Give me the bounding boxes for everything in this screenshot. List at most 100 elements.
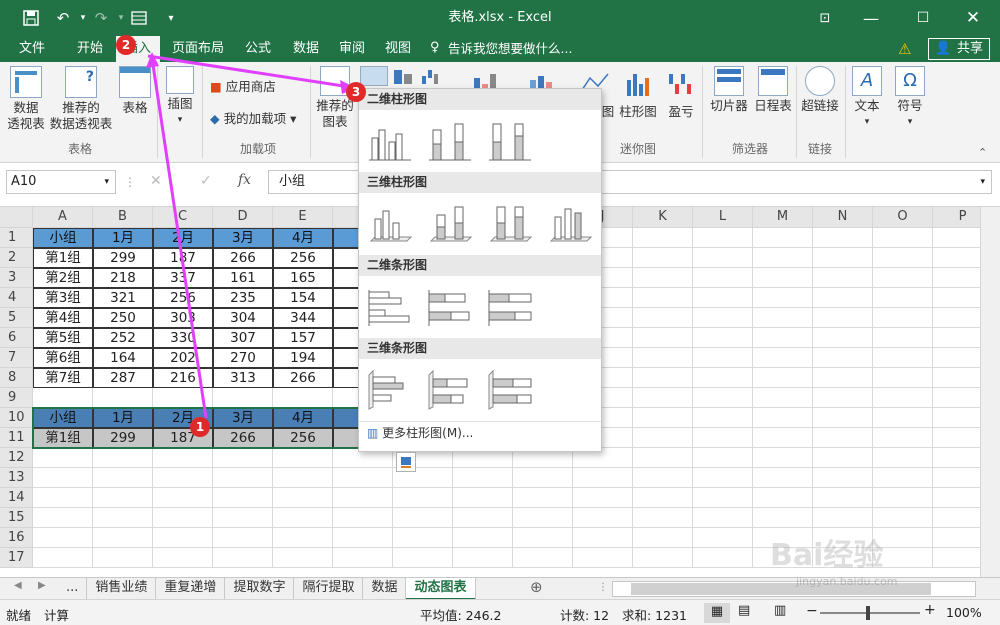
grid-cell[interactable]	[693, 468, 753, 488]
grid-cell[interactable]	[453, 508, 513, 528]
row-header[interactable]: 17	[0, 548, 33, 568]
table-cell[interactable]: 235	[213, 288, 273, 308]
grid-cell[interactable]	[873, 288, 933, 308]
grid-cell[interactable]	[753, 288, 813, 308]
table-cell[interactable]: 299	[93, 248, 153, 268]
grid-cell[interactable]	[273, 488, 333, 508]
grid-cell[interactable]	[813, 508, 873, 528]
menu-page-layout[interactable]: 页面布局	[166, 36, 230, 62]
ribbon-display-icon[interactable]: ⊡	[802, 0, 848, 36]
grid-cell[interactable]	[213, 468, 273, 488]
selected-data-cell[interactable]: 256	[273, 428, 333, 448]
grid-cell[interactable]	[693, 488, 753, 508]
grid-cell[interactable]	[753, 328, 813, 348]
name-box[interactable]: A10 ▾	[6, 170, 116, 194]
zoom-slider[interactable]	[820, 606, 920, 620]
grid-cell[interactable]	[633, 248, 693, 268]
grid-cell[interactable]	[273, 528, 333, 548]
zoom-out-icon[interactable]: −	[806, 603, 818, 619]
grid-cell[interactable]	[813, 248, 873, 268]
grid-cell[interactable]	[813, 368, 873, 388]
grid-cell[interactable]	[453, 468, 513, 488]
row-header[interactable]: 6	[0, 328, 33, 348]
3d-clustered-column-icon[interactable]	[367, 203, 413, 245]
row-header[interactable]: 3	[0, 268, 33, 288]
sheet-tab[interactable]: 重复递增	[156, 578, 226, 600]
column-header[interactable]: K	[633, 207, 693, 228]
recommended-pivot-button[interactable]: ? 推荐的 数据透视表	[48, 62, 114, 132]
menu-view[interactable]: 视图	[376, 36, 420, 62]
grid-cell[interactable]	[153, 528, 213, 548]
row-header[interactable]: 11	[0, 428, 33, 448]
grid-cell[interactable]	[753, 428, 813, 448]
grid-cell[interactable]	[213, 448, 273, 468]
grid-cell[interactable]	[33, 528, 93, 548]
grid-cell[interactable]	[513, 548, 573, 568]
undo-icon[interactable]: ↶	[52, 7, 74, 29]
zoom-in-icon[interactable]: +	[924, 602, 936, 618]
grid-cell[interactable]	[573, 528, 633, 548]
table-cell[interactable]: 161	[213, 268, 273, 288]
horizontal-scrollbar[interactable]	[612, 581, 976, 597]
grid-cell[interactable]	[693, 388, 753, 408]
table-cell[interactable]: 194	[273, 348, 333, 368]
grid-cell[interactable]	[513, 468, 573, 488]
grid-cell[interactable]	[633, 408, 693, 428]
table-cell[interactable]: 266	[213, 248, 273, 268]
table-cell[interactable]: 256	[153, 288, 213, 308]
grid-cell[interactable]	[813, 388, 873, 408]
redo-icon[interactable]: ↷	[90, 7, 112, 29]
grid-cell[interactable]	[873, 368, 933, 388]
grid-cell[interactable]	[813, 488, 873, 508]
percent-stacked-bar-icon[interactable]	[487, 286, 533, 328]
grid-cell[interactable]	[333, 488, 393, 508]
grid-cell[interactable]	[873, 388, 933, 408]
grid-cell[interactable]	[693, 268, 753, 288]
column-chart-icon[interactable]	[360, 66, 388, 86]
grid-cell[interactable]	[693, 248, 753, 268]
table-cell[interactable]: 337	[153, 268, 213, 288]
grid-cell[interactable]	[393, 528, 453, 548]
close-button[interactable]: ✕	[950, 0, 996, 36]
grid-cell[interactable]	[213, 548, 273, 568]
table-cell[interactable]: 330	[153, 328, 213, 348]
row-header[interactable]: 13	[0, 468, 33, 488]
grid-cell[interactable]	[273, 548, 333, 568]
grid-cell[interactable]	[753, 228, 813, 248]
grid-cell[interactable]	[573, 548, 633, 568]
table-cell[interactable]: 第2组	[33, 268, 93, 288]
grid-cell[interactable]	[573, 508, 633, 528]
more-column-charts-link[interactable]: ▥ 更多柱形图(M)...	[359, 421, 601, 443]
grid-cell[interactable]	[753, 248, 813, 268]
grid-cell[interactable]	[693, 528, 753, 548]
table-cell[interactable]: 344	[273, 308, 333, 328]
row-header[interactable]: 8	[0, 368, 33, 388]
grid-cell[interactable]	[693, 408, 753, 428]
3d-stacked-column-icon[interactable]	[427, 203, 473, 245]
cancel-icon[interactable]: ✕	[150, 173, 162, 189]
grid-cell[interactable]	[153, 388, 213, 408]
column-header[interactable]: B	[93, 207, 153, 228]
table-cell[interactable]: 154	[273, 288, 333, 308]
row-header[interactable]: 12	[0, 448, 33, 468]
grid-cell[interactable]	[33, 548, 93, 568]
grid-cell[interactable]	[93, 468, 153, 488]
grid-cell[interactable]	[873, 428, 933, 448]
grid-cell[interactable]	[753, 388, 813, 408]
table-cell[interactable]: 第3组	[33, 288, 93, 308]
grid-cell[interactable]	[153, 468, 213, 488]
grid-cell[interactable]	[633, 488, 693, 508]
table-button[interactable]: 表格	[116, 62, 154, 116]
hyperlink-button[interactable]: 超链接	[798, 62, 842, 114]
text-button[interactable]: A 文本 ▾	[848, 62, 886, 130]
row-header[interactable]: 5	[0, 308, 33, 328]
selected-header-cell[interactable]: 小组	[33, 408, 93, 428]
grid-cell[interactable]	[693, 328, 753, 348]
table-cell[interactable]: 第5组	[33, 328, 93, 348]
grid-cell[interactable]	[813, 348, 873, 368]
sparkline-winloss-label[interactable]: 盈亏	[662, 104, 700, 120]
table-header-cell[interactable]: 1月	[93, 228, 153, 248]
hierarchy-chart-icon[interactable]	[392, 66, 418, 86]
app-store-button[interactable]: ■ 应用商店	[210, 76, 276, 95]
grid-cell[interactable]	[513, 528, 573, 548]
